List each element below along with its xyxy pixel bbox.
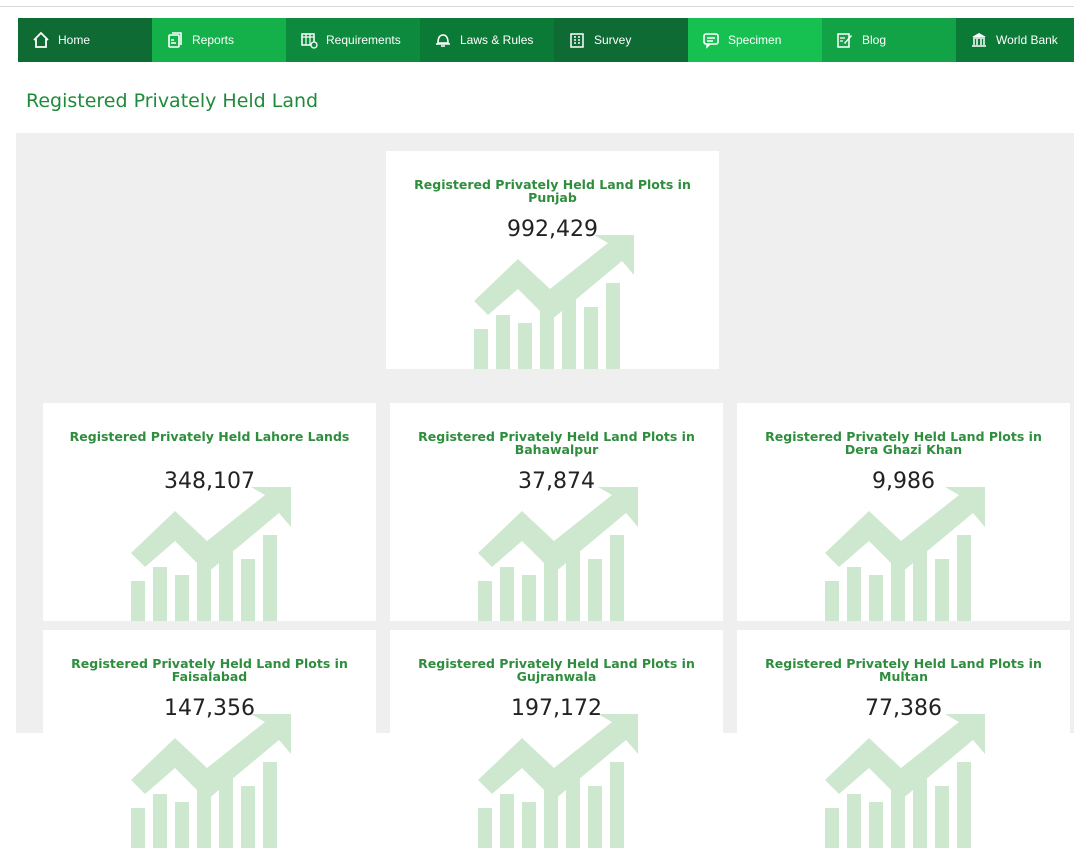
bank-icon — [970, 31, 988, 49]
card-value: 9,986 — [872, 469, 935, 494]
card-value: 992,429 — [507, 217, 598, 242]
stat-card[interactable]: Registered Privately Held Land Plots in … — [390, 403, 723, 621]
card-title: Registered Privately Held Land Plots in … — [765, 656, 1042, 684]
card-title: Registered Privately Held Land Plots in … — [418, 656, 695, 684]
card-value: 37,874 — [518, 469, 595, 494]
nav-label: Reports — [192, 33, 235, 47]
card-title: Registered Privately Held Land Plots in … — [71, 656, 348, 684]
nav-label: World Bank — [996, 33, 1058, 47]
card-value: 197,172 — [511, 696, 602, 721]
card-title: Registered Privately Held Lahore Lands — [69, 429, 350, 444]
building-icon — [568, 31, 586, 49]
bell-icon — [434, 31, 452, 49]
growth-chart-icon — [825, 487, 985, 621]
card-title: Registered Privately Held Land Plots in … — [414, 177, 691, 205]
specimen-icon — [702, 31, 720, 49]
top-divider — [0, 6, 1074, 7]
page-title: Registered Privately Held Land — [26, 90, 319, 112]
card-title: Registered Privately Held Land Plots in … — [418, 429, 695, 457]
requirements-icon — [300, 31, 318, 49]
stat-card[interactable]: Registered Privately Held Land Plots in … — [386, 151, 719, 369]
blog-icon — [836, 31, 854, 49]
growth-chart-icon — [478, 714, 638, 848]
nav-requirements[interactable]: Requirements — [286, 18, 420, 62]
nav-survey[interactable]: Survey — [554, 18, 688, 62]
nav-world-bank[interactable]: World Bank — [956, 18, 1074, 62]
stat-card[interactable]: Registered Privately Held Land Plots in … — [43, 630, 376, 848]
growth-chart-icon — [131, 487, 291, 621]
nav-label: Home — [58, 33, 91, 47]
nav-reports[interactable]: Reports — [152, 18, 286, 62]
growth-chart-icon — [478, 487, 638, 621]
growth-chart-icon — [825, 714, 985, 848]
main-nav: Home Reports Requirements Laws & Rules S… — [18, 18, 1074, 62]
stat-card[interactable]: Registered Privately Held Land Plots in … — [390, 630, 723, 848]
nav-label: Survey — [594, 33, 632, 47]
reports-icon — [166, 31, 184, 49]
nav-home[interactable]: Home — [18, 18, 152, 62]
stat-card[interactable]: Registered Privately Held Lahore Lands 3… — [43, 403, 376, 621]
nav-laws-rules[interactable]: Laws & Rules — [420, 18, 554, 62]
nav-label: Specimen — [728, 33, 782, 47]
card-value: 77,386 — [865, 696, 942, 721]
card-title: Registered Privately Held Land Plots in … — [765, 429, 1042, 457]
stat-card[interactable]: Registered Privately Held Land Plots in … — [737, 630, 1070, 848]
nav-label: Requirements — [326, 33, 401, 47]
growth-chart-icon — [131, 714, 291, 848]
nav-specimen[interactable]: Specimen — [688, 18, 822, 62]
growth-chart-icon — [474, 235, 634, 369]
card-value: 147,356 — [164, 696, 255, 721]
home-icon — [32, 31, 50, 49]
stats-panel: Registered Privately Held Land Plots in … — [16, 133, 1074, 848]
nav-blog[interactable]: Blog — [822, 18, 956, 62]
card-value: 348,107 — [164, 469, 255, 494]
nav-label: Blog — [862, 33, 887, 47]
nav-label: Laws & Rules — [460, 33, 534, 47]
stat-card[interactable]: Registered Privately Held Land Plots in … — [737, 403, 1070, 621]
